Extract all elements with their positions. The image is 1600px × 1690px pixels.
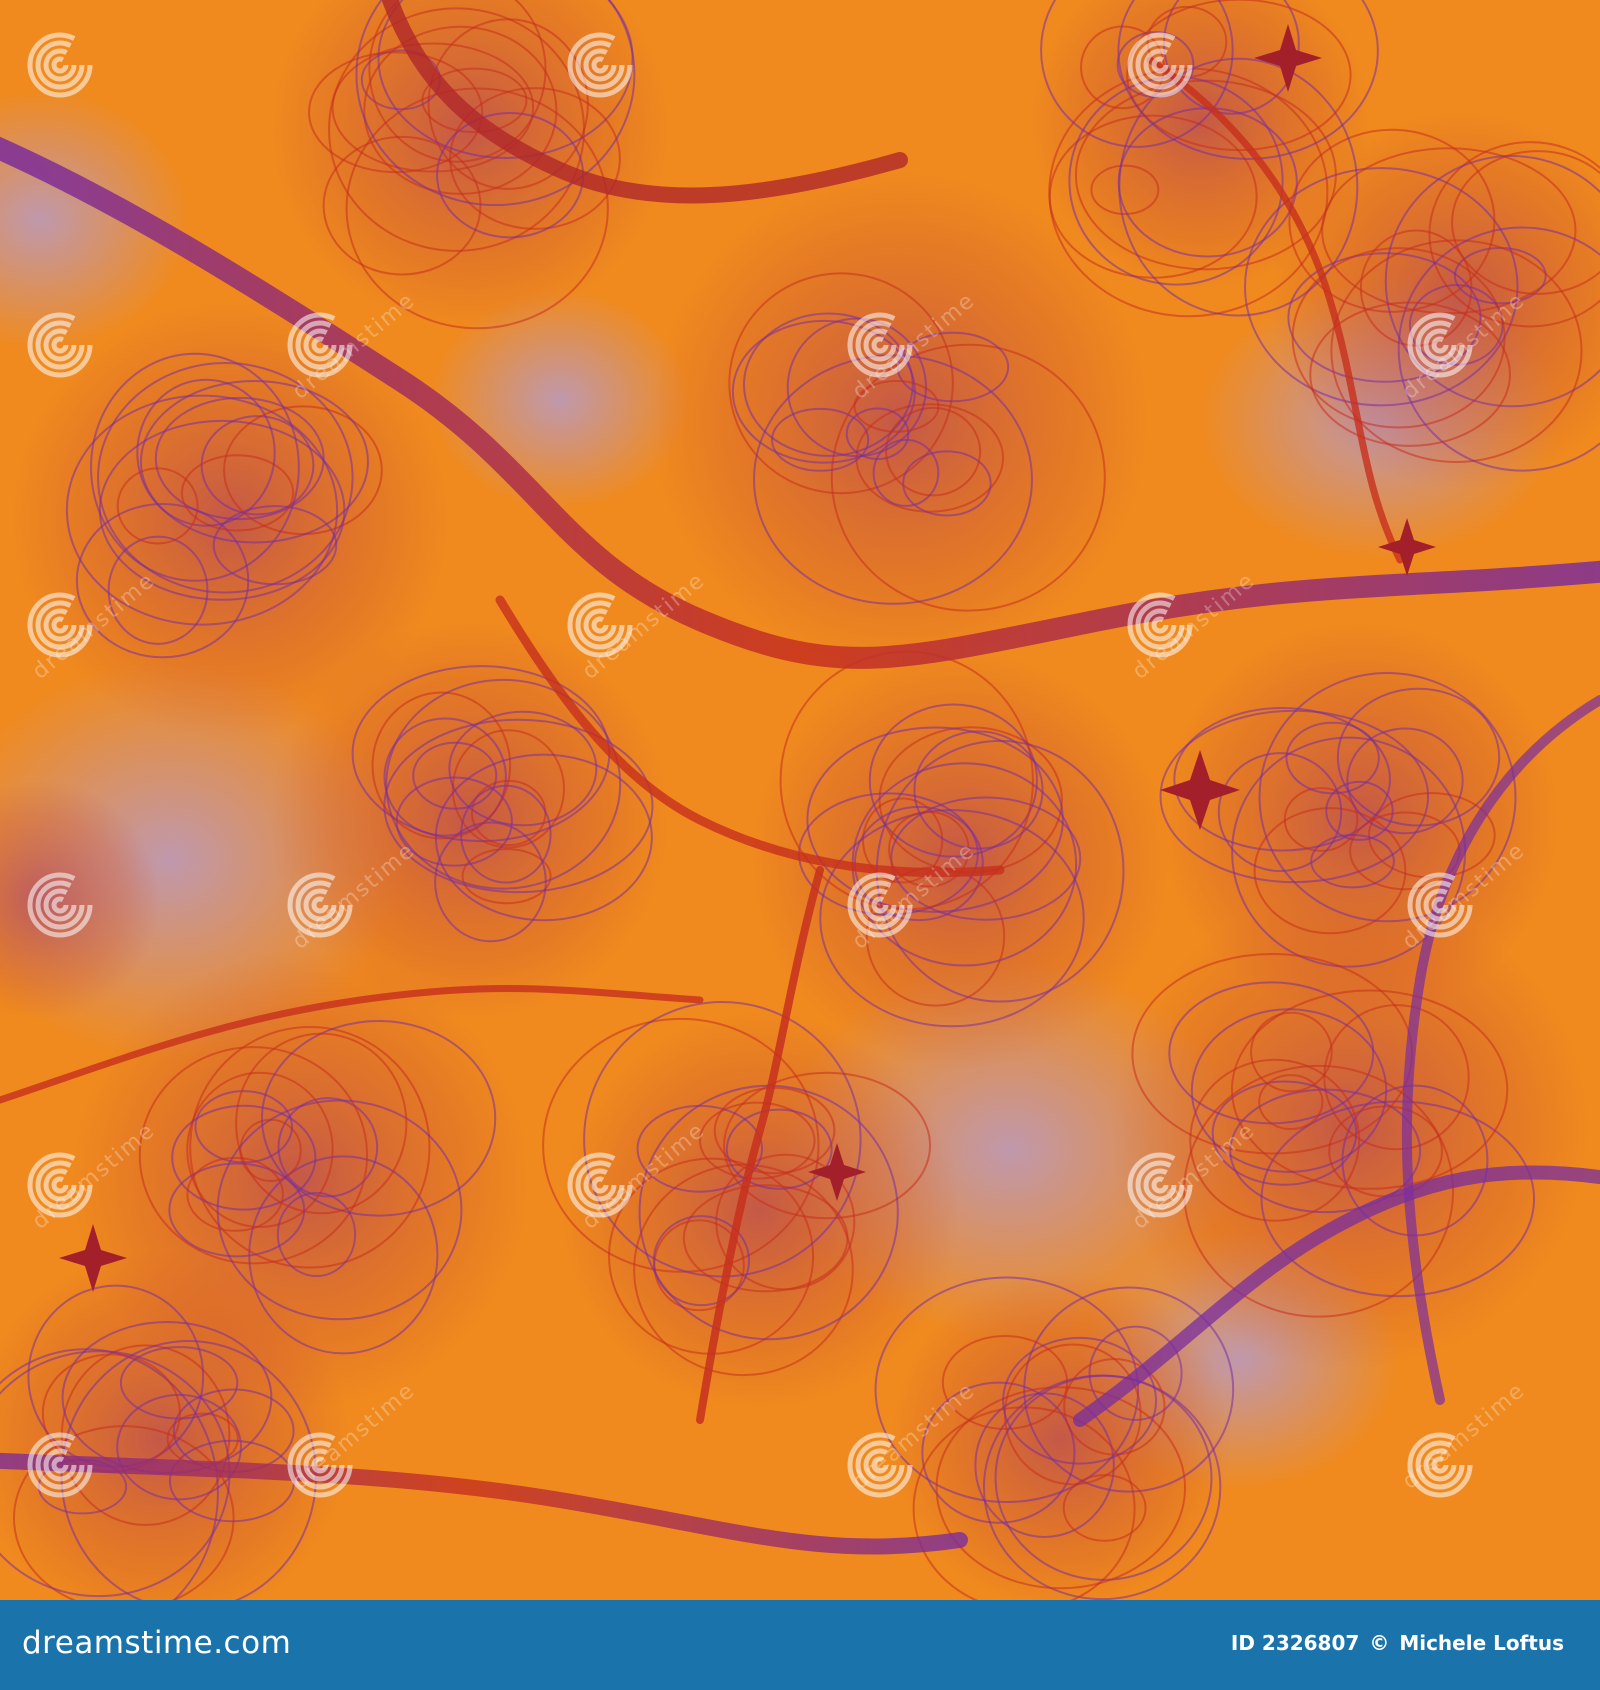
footer-bar: dreamstime .com ID 2326807 © Michele Loft… [0, 1600, 1600, 1690]
fractal-artwork: dreamstime dreamstime dreamstimedreamstime… [0, 0, 1600, 1600]
brand-name: dreamstime [22, 1625, 214, 1661]
brand-tld: .com [213, 1625, 292, 1661]
stock-photo-page: dreamstime dreamstime dreamstime dreamstime… [0, 0, 1600, 1690]
copyright-icon: © [1369, 1631, 1390, 1655]
brand-logo[interactable]: dreamstime .com [22, 1620, 291, 1666]
author-name[interactable]: Michele Loftus [1399, 1631, 1564, 1655]
image-id: ID 2326807 [1230, 1631, 1360, 1655]
image-credit: ID 2326807 © Michele Loftus [1231, 1620, 1564, 1666]
